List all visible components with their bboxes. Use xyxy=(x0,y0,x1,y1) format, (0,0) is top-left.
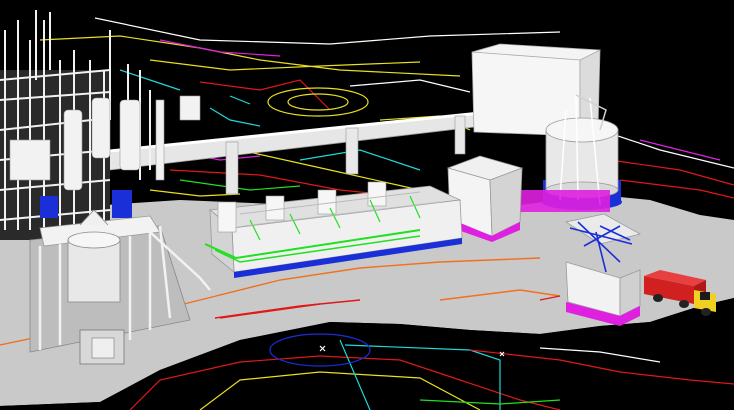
plant-3d-viewport[interactable] xyxy=(0,0,734,410)
